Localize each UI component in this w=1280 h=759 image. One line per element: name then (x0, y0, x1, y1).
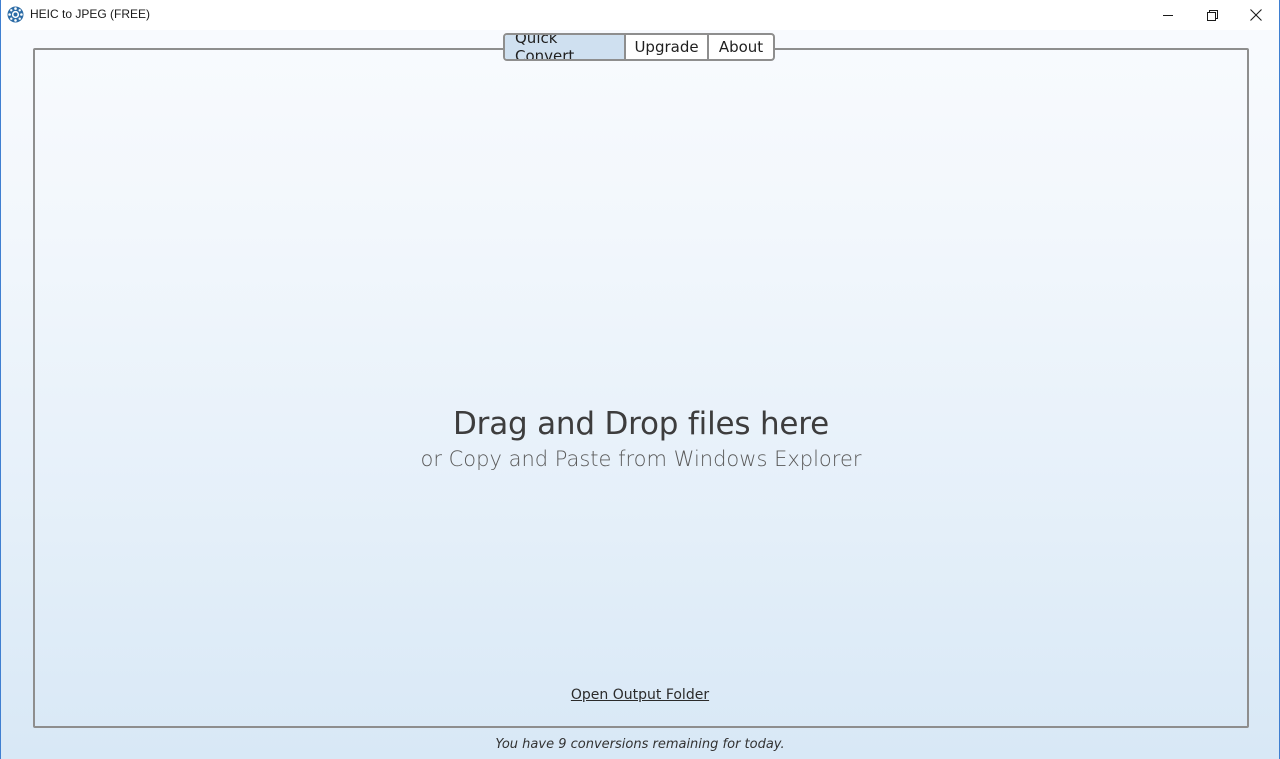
open-output-folder-link[interactable]: Open Output Folder (571, 687, 709, 703)
drop-heading: Drag and Drop files here (452, 406, 830, 442)
drop-zone[interactable]: Drag and Drop files here or Copy and Pas… (33, 48, 1249, 728)
drop-subheading: or Copy and Paste from Windows Explorer (420, 447, 862, 471)
app-logo-icon (7, 6, 24, 23)
minimize-icon (1163, 10, 1173, 20)
open-output-wrapper: Open Output Folder (1, 686, 1279, 704)
minimize-button[interactable] (1145, 0, 1191, 30)
tab-quick-convert[interactable]: Quick Convert (505, 35, 626, 59)
restore-icon (1206, 9, 1218, 21)
tab-upgrade[interactable]: Upgrade (626, 35, 709, 59)
close-button[interactable] (1233, 0, 1279, 30)
title-bar[interactable]: HEIC to JPEG (FREE) (1, 0, 1279, 30)
tab-about[interactable]: About (709, 35, 773, 59)
tab-bar: Quick Convert Upgrade About (503, 33, 775, 61)
restore-button[interactable] (1189, 0, 1235, 30)
close-icon (1250, 9, 1262, 21)
status-message: You have 9 conversions remaining for tod… (495, 737, 785, 752)
window-title: HEIC to JPEG (FREE) (30, 7, 151, 21)
